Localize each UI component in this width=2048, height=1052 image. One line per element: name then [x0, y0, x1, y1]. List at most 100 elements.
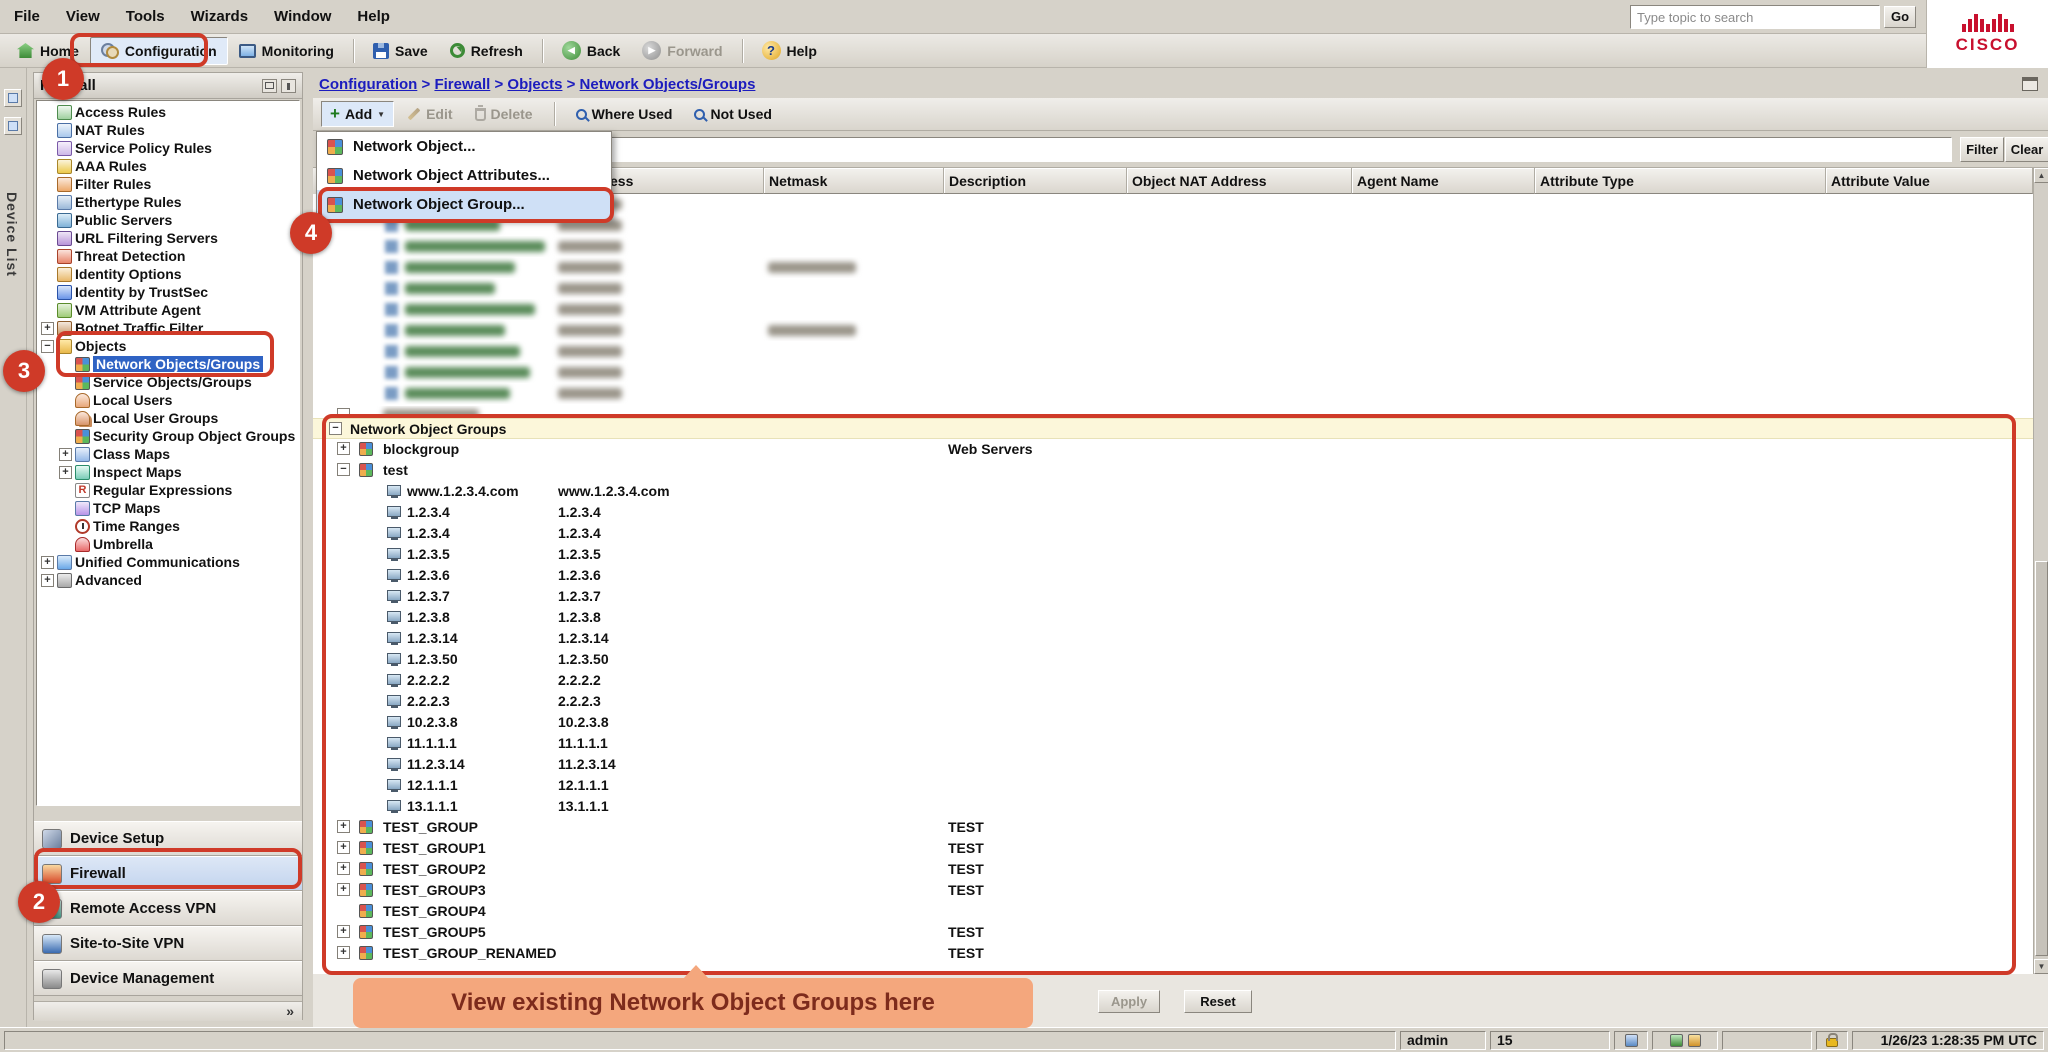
go-button[interactable]: Go	[1884, 6, 1916, 28]
table-row-redacted[interactable]	[313, 278, 2033, 299]
table-row-1-2-3-6[interactable]: 1.2.3.61.2.3.6	[313, 565, 2033, 586]
tree-item-identity-by-trustsec[interactable]: Identity by TrustSec	[37, 283, 299, 301]
tree-item-advanced[interactable]: +Advanced	[37, 571, 299, 589]
collapse-icon[interactable]: −	[329, 422, 342, 435]
tree-item-unified-communications[interactable]: +Unified Communications	[37, 553, 299, 571]
forward-button[interactable]: Forward	[631, 37, 733, 65]
table-row-test-group5[interactable]: +TEST_GROUP5TEST	[313, 922, 2033, 943]
expand-icon[interactable]: +	[337, 841, 350, 854]
filter-button[interactable]: Filter	[1960, 137, 2004, 162]
expand-icon[interactable]: +	[41, 322, 54, 335]
monitoring-button[interactable]: Monitoring	[228, 37, 345, 65]
collapse-icon[interactable]: −	[337, 463, 350, 476]
add-button[interactable]: Add	[321, 101, 394, 127]
nav-firewall[interactable]: Firewall	[34, 856, 302, 891]
edit-button[interactable]: Edit	[398, 101, 461, 127]
tree-item-inspect-maps[interactable]: +Inspect Maps	[37, 463, 299, 481]
nav-site-to-site-vpn[interactable]: Site-to-Site VPN	[34, 926, 302, 961]
tree-item-ethertype-rules[interactable]: Ethertype Rules	[37, 193, 299, 211]
table-row-test[interactable]: −test	[313, 460, 2033, 481]
collapse-sidebar-button[interactable]: »	[34, 1001, 302, 1021]
tree-item-service-policy-rules[interactable]: Service Policy Rules	[37, 139, 299, 157]
table-row-test-group1[interactable]: +TEST_GROUP1TEST	[313, 838, 2033, 859]
column-header-object-nat-address[interactable]: Object NAT Address	[1127, 168, 1352, 194]
expand-icon[interactable]: +	[337, 862, 350, 875]
table-row-1-2-3-4[interactable]: 1.2.3.41.2.3.4	[313, 502, 2033, 523]
table-row-12-1-1-1[interactable]: 12.1.1.112.1.1.1	[313, 775, 2033, 796]
expand-icon[interactable]: +	[337, 883, 350, 896]
expand-icon[interactable]: +	[41, 574, 54, 587]
table-row-test-group4[interactable]: TEST_GROUP4	[313, 901, 2033, 922]
column-header-attribute-value[interactable]: Attribute Value	[1826, 168, 2033, 194]
tree-item-nat-rules[interactable]: NAT Rules	[37, 121, 299, 139]
tree-item-url-filtering-servers[interactable]: URL Filtering Servers	[37, 229, 299, 247]
table-row-test-group2[interactable]: +TEST_GROUP2TEST	[313, 859, 2033, 880]
tree-item-class-maps[interactable]: +Class Maps	[37, 445, 299, 463]
table-row-2-2-2-3[interactable]: 2.2.2.32.2.2.3	[313, 691, 2033, 712]
table-row-blockgroup[interactable]: +blockgroupWeb Servers	[313, 439, 2033, 460]
table-row-www-1-2-3-4-com[interactable]: www.1.2.3.4.comwww.1.2.3.4.com	[313, 481, 2033, 502]
help-button[interactable]: Help	[751, 37, 828, 65]
configuration-button[interactable]: Configuration	[90, 37, 228, 65]
back-button[interactable]: Back	[551, 37, 631, 65]
expand-icon[interactable]: +	[337, 925, 350, 938]
table-row-redacted[interactable]	[313, 257, 2033, 278]
group-section-row[interactable]: − Network Object Groups	[313, 418, 2033, 439]
restore-pane-icon[interactable]	[2022, 77, 2038, 91]
menu-window[interactable]: Window	[274, 8, 331, 25]
table-row-test-group3[interactable]: +TEST_GROUP3TEST	[313, 880, 2033, 901]
tree-item-threat-detection[interactable]: Threat Detection	[37, 247, 299, 265]
scroll-down-icon[interactable]: ▼	[2034, 959, 2048, 974]
table-row-11-1-1-1[interactable]: 11.1.1.111.1.1.1	[313, 733, 2033, 754]
tree-item-security-group-object-groups[interactable]: Security Group Object Groups	[37, 427, 299, 445]
refresh-button[interactable]: Refresh	[439, 37, 534, 65]
nav-device-management[interactable]: Device Management	[34, 961, 302, 996]
menu-help[interactable]: Help	[357, 8, 390, 25]
table-row-13-1-1-1[interactable]: 13.1.1.113.1.1.1	[313, 796, 2033, 817]
tree-item-service-objects-groups[interactable]: Service Objects/Groups	[37, 373, 299, 391]
topic-search-input[interactable]	[1630, 5, 1880, 29]
column-header-agent-name[interactable]: Agent Name	[1352, 168, 1535, 194]
breadcrumb-segment-objects[interactable]: Objects	[507, 76, 562, 93]
table-row-redacted[interactable]	[313, 383, 2033, 404]
expand-icon[interactable]: +	[59, 448, 72, 461]
breadcrumb-segment-network-objects-groups[interactable]: Network Objects/Groups	[580, 76, 756, 93]
tree-item-filter-rules[interactable]: Filter Rules	[37, 175, 299, 193]
expand-icon[interactable]: +	[59, 466, 72, 479]
table-row-11-2-3-14[interactable]: 11.2.3.1411.2.3.14	[313, 754, 2033, 775]
collapse-icon[interactable]: −	[41, 340, 54, 353]
table-row-1-2-3-5[interactable]: 1.2.3.51.2.3.5	[313, 544, 2033, 565]
table-row-1-2-3-8[interactable]: 1.2.3.81.2.3.8	[313, 607, 2033, 628]
tree-item-objects[interactable]: −Objects	[37, 337, 299, 355]
tree-item-regular-expressions[interactable]: Regular Expressions	[37, 481, 299, 499]
pin-panel-icon[interactable]	[281, 79, 296, 93]
table-row-test-group[interactable]: +TEST_GROUPTEST	[313, 817, 2033, 838]
column-header-netmask[interactable]: Netmask	[764, 168, 944, 194]
delete-button[interactable]: Delete	[466, 101, 542, 127]
expand-icon[interactable]: +	[337, 946, 350, 959]
tree-item-network-objects-groups[interactable]: Network Objects/Groups	[37, 355, 299, 373]
expand-icon[interactable]: +	[337, 442, 350, 455]
column-header-description[interactable]: Description	[944, 168, 1127, 194]
table-row-10-2-3-8[interactable]: 10.2.3.810.2.3.8	[313, 712, 2033, 733]
device-list-icon[interactable]	[4, 117, 22, 135]
scrollbar-thumb[interactable]	[2035, 561, 2048, 956]
expand-icon[interactable]: +	[41, 556, 54, 569]
home-button[interactable]: Home	[6, 37, 90, 65]
table-row-1-2-3-4[interactable]: 1.2.3.41.2.3.4	[313, 523, 2033, 544]
tree-item-tcp-maps[interactable]: TCP Maps	[37, 499, 299, 517]
vertical-scrollbar[interactable]: ▲ ▼	[2033, 168, 2048, 974]
table-row-redacted[interactable]	[313, 341, 2033, 362]
breadcrumb-segment-configuration[interactable]: Configuration	[319, 76, 417, 93]
tree-item-local-users[interactable]: Local Users	[37, 391, 299, 409]
nav-remote-access-vpn[interactable]: Remote Access VPN	[34, 891, 302, 926]
menu-item-network-object-group[interactable]: Network Object Group...	[317, 190, 611, 219]
clear-button[interactable]: Clear	[2005, 137, 2048, 162]
expand-icon[interactable]: +	[337, 820, 350, 833]
tree-item-vm-attribute-agent[interactable]: VM Attribute Agent	[37, 301, 299, 319]
table-row-redacted[interactable]	[313, 236, 2033, 257]
tree-item-umbrella[interactable]: Umbrella	[37, 535, 299, 553]
table-row-redacted[interactable]	[313, 362, 2033, 383]
apply-button[interactable]: Apply	[1098, 990, 1160, 1013]
table-row-test-group-renamed[interactable]: +TEST_GROUP_RENAMEDTEST	[313, 943, 2033, 964]
